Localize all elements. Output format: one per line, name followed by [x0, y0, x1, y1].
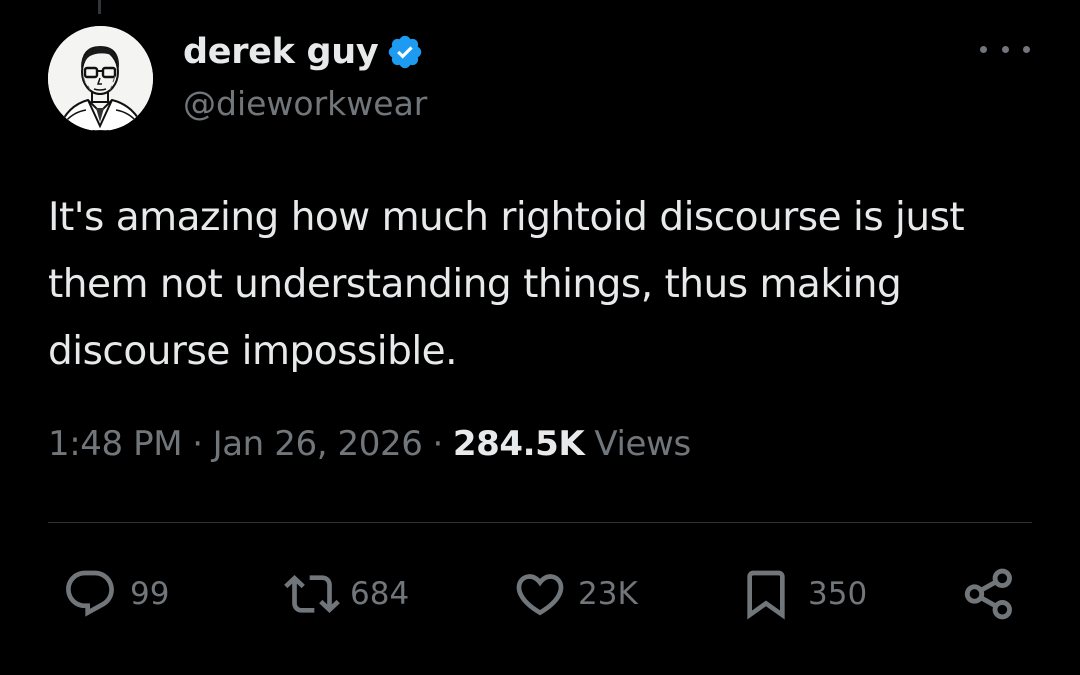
views-label[interactable]: Views — [594, 424, 691, 464]
reply-button[interactable]: 99 — [62, 566, 169, 622]
author-name-row[interactable]: derek guy — [183, 28, 424, 76]
more-dot — [980, 45, 987, 53]
display-name[interactable]: derek guy — [183, 32, 379, 72]
bookmark-icon — [747, 570, 785, 620]
repost-count: 684 — [350, 576, 410, 612]
bookmark-count: 350 — [808, 576, 868, 612]
repost-arrows-icon — [284, 575, 340, 613]
avatar-illustration — [48, 26, 153, 131]
divider — [48, 522, 1032, 523]
author-handle[interactable]: @dieworkwear — [183, 84, 427, 123]
avatar[interactable] — [48, 26, 153, 131]
more-options-icon[interactable] — [980, 36, 1030, 62]
views-count[interactable]: 284.5K — [453, 424, 585, 464]
tweet-text: It's amazing how much rightoid discourse… — [48, 195, 965, 374]
meta-separator: · — [432, 424, 443, 464]
meta-separator: · — [192, 424, 203, 464]
like-count: 23K — [578, 576, 638, 612]
reply-count: 99 — [130, 576, 170, 612]
share-icon — [964, 568, 1012, 620]
like-button[interactable]: 23K — [512, 566, 638, 622]
verified-badge-icon[interactable] — [386, 33, 424, 71]
reply-bubble-icon — [66, 570, 114, 617]
repost-button[interactable]: 684 — [282, 566, 409, 622]
more-dot — [1001, 45, 1009, 53]
action-bar: 99 684 23K 350 — [0, 566, 1080, 622]
share-button[interactable] — [960, 566, 1018, 622]
tweet-time[interactable]: 1:48 PM — [48, 424, 183, 464]
bookmark-button[interactable]: 350 — [738, 566, 867, 622]
tweet-date[interactable]: Jan 26, 2026 — [213, 424, 423, 464]
thread-connector-line — [98, 0, 101, 14]
heart-icon — [516, 574, 564, 616]
more-dot — [1023, 45, 1030, 53]
tweet-meta: 1:48 PM · Jan 26, 2026 · 284.5K Views — [48, 424, 691, 464]
